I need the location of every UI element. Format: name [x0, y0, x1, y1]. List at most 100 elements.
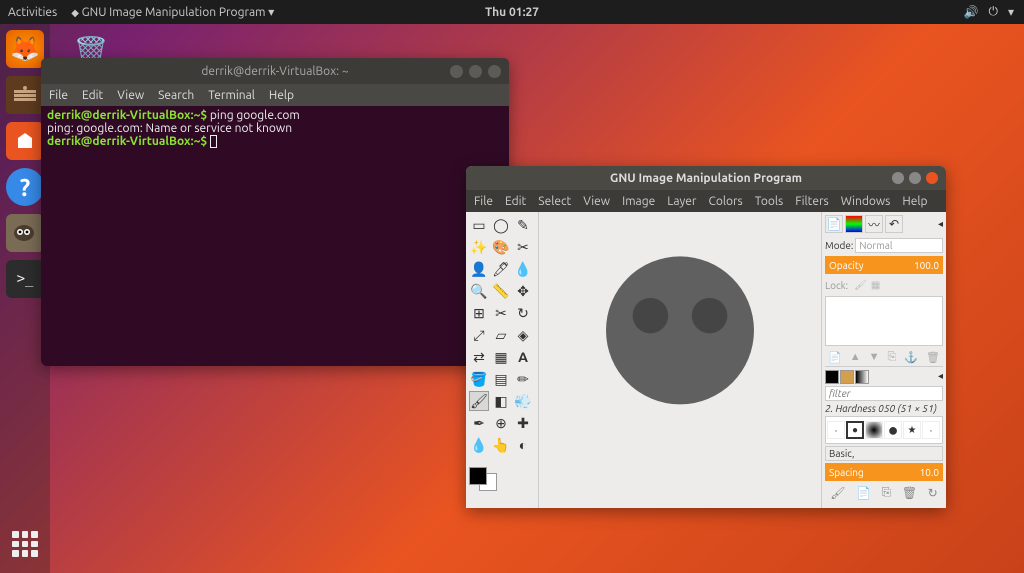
- menu-colors[interactable]: Colors: [708, 195, 742, 208]
- layer-new-icon[interactable]: 📄: [828, 351, 842, 364]
- menu-edit[interactable]: Edit: [82, 89, 103, 102]
- brush-preset-select[interactable]: Basic,: [825, 446, 943, 461]
- mode-select[interactable]: Normal: [855, 238, 943, 253]
- show-applications[interactable]: [6, 525, 44, 563]
- tool-blend[interactable]: ▤: [491, 369, 511, 389]
- tool-bucket[interactable]: 🪣: [469, 369, 489, 389]
- tool-rect-select[interactable]: ▭: [469, 215, 489, 235]
- dock-firefox[interactable]: 🦊: [6, 30, 44, 68]
- menu-terminal[interactable]: Terminal: [208, 89, 255, 102]
- brush-item[interactable]: ●: [846, 421, 864, 439]
- tool-dodge[interactable]: ◐: [513, 435, 533, 455]
- tab-brushes[interactable]: [825, 370, 839, 384]
- brush-refresh-icon[interactable]: ↻: [928, 486, 938, 500]
- menu-select[interactable]: Select: [538, 195, 571, 208]
- minimize-button[interactable]: [892, 172, 904, 184]
- menu-tools[interactable]: Tools: [755, 195, 784, 208]
- menu-windows[interactable]: Windows: [841, 195, 891, 208]
- close-button[interactable]: [488, 65, 501, 78]
- tab-undo[interactable]: ↶: [885, 215, 903, 233]
- brush-filter-input[interactable]: [825, 386, 943, 401]
- dock-gimp[interactable]: [6, 214, 44, 252]
- menu-search[interactable]: Search: [158, 89, 194, 102]
- tool-ellipse-select[interactable]: ◯: [491, 215, 511, 235]
- layer-down-icon[interactable]: ▼: [869, 351, 880, 364]
- dock-software[interactable]: [6, 122, 44, 160]
- tool-perspective[interactable]: ◈: [513, 325, 533, 345]
- menu-help[interactable]: Help: [902, 195, 927, 208]
- app-menu[interactable]: ◆ GNU Image Manipulation Program ▾: [71, 5, 274, 19]
- menu-view[interactable]: View: [583, 195, 610, 208]
- activities-button[interactable]: Activities: [8, 6, 57, 19]
- brush-item[interactable]: ·: [827, 421, 845, 439]
- tool-shear[interactable]: ▱: [491, 325, 511, 345]
- menu-file[interactable]: File: [474, 195, 493, 208]
- tool-text[interactable]: A: [513, 347, 533, 367]
- tool-smudge[interactable]: 👆: [491, 435, 511, 455]
- tab-paths[interactable]: 〰: [865, 215, 883, 233]
- menu-layer[interactable]: Layer: [667, 195, 696, 208]
- chevron-down-icon[interactable]: ▾: [1008, 5, 1014, 19]
- dock-terminal[interactable]: >_: [6, 260, 44, 298]
- tool-crop[interactable]: ✂: [491, 303, 511, 323]
- tab-channels[interactable]: [845, 215, 863, 233]
- tab-patterns[interactable]: [840, 370, 854, 384]
- tool-clone[interactable]: ⊕: [491, 413, 511, 433]
- panel-menu-icon[interactable]: ◂: [938, 370, 943, 384]
- spacing-slider[interactable]: Spacing 10.0: [825, 463, 943, 481]
- brush-item[interactable]: ●: [884, 421, 902, 439]
- menu-view[interactable]: View: [117, 89, 144, 102]
- tool-zoom[interactable]: 🔍: [469, 281, 489, 301]
- tool-paintbrush[interactable]: 🖌: [469, 391, 489, 411]
- menu-image[interactable]: Image: [622, 195, 655, 208]
- brush-grid[interactable]: · ● ● ★ ·: [825, 416, 943, 444]
- layer-duplicate-icon[interactable]: ⎘: [887, 351, 896, 364]
- dock-help[interactable]: ?: [6, 168, 44, 206]
- brush-item[interactable]: ★: [903, 421, 921, 439]
- brush-delete-icon[interactable]: 🗑: [902, 486, 917, 500]
- layer-up-icon[interactable]: ▲: [850, 351, 861, 364]
- tool-measure[interactable]: 📏: [491, 281, 511, 301]
- close-button[interactable]: [926, 172, 938, 184]
- tool-cage[interactable]: ▦: [491, 347, 511, 367]
- tool-heal[interactable]: ✚: [513, 413, 533, 433]
- tool-foreground[interactable]: 👤: [469, 259, 489, 279]
- brush-item[interactable]: ·: [922, 421, 940, 439]
- menu-file[interactable]: File: [49, 89, 68, 102]
- tool-eraser[interactable]: ◧: [491, 391, 511, 411]
- canvas-area[interactable]: [539, 212, 821, 508]
- tool-ink[interactable]: ✒: [469, 413, 489, 433]
- brush-item[interactable]: [865, 421, 883, 439]
- brush-new-icon[interactable]: 📄: [856, 486, 871, 500]
- dock-files[interactable]: [6, 76, 44, 114]
- tool-flip[interactable]: ⇄: [469, 347, 489, 367]
- layer-anchor-icon[interactable]: ⚓: [904, 351, 918, 364]
- menu-edit[interactable]: Edit: [505, 195, 526, 208]
- power-icon[interactable]: ⏻: [988, 5, 998, 19]
- layer-delete-icon[interactable]: 🗑: [926, 351, 940, 364]
- tool-align[interactable]: ⊞: [469, 303, 489, 323]
- tool-scale[interactable]: ⤢: [469, 325, 489, 345]
- tool-paths[interactable]: 🖊: [491, 259, 511, 279]
- panel-menu-icon[interactable]: ◂: [938, 218, 943, 230]
- tool-free-select[interactable]: ✎: [513, 215, 533, 235]
- maximize-button[interactable]: [469, 65, 482, 78]
- tool-fuzzy-select[interactable]: ✨: [469, 237, 489, 257]
- layer-list[interactable]: [825, 296, 943, 346]
- terminal-titlebar[interactable]: derrik@derrik-VirtualBox: ~: [41, 58, 509, 84]
- tool-pencil[interactable]: ✏: [513, 369, 533, 389]
- maximize-button[interactable]: [909, 172, 921, 184]
- tab-layers[interactable]: 📄: [825, 215, 843, 233]
- tool-airbrush[interactable]: 💨: [513, 391, 533, 411]
- color-swatches[interactable]: [469, 461, 509, 491]
- minimize-button[interactable]: [450, 65, 463, 78]
- foreground-color[interactable]: [469, 467, 487, 485]
- volume-icon[interactable]: 🔊: [964, 5, 979, 19]
- opacity-slider[interactable]: Opacity 100.0: [825, 256, 943, 274]
- tool-rotate[interactable]: ↻: [513, 303, 533, 323]
- menu-filters[interactable]: Filters: [795, 195, 828, 208]
- gimp-titlebar[interactable]: GNU Image Manipulation Program: [466, 166, 946, 190]
- tool-scissors[interactable]: ✂: [513, 237, 533, 257]
- tool-move[interactable]: ✥: [513, 281, 533, 301]
- terminal-body[interactable]: derrik@derrik-VirtualBox:~$ ping google.…: [41, 106, 509, 151]
